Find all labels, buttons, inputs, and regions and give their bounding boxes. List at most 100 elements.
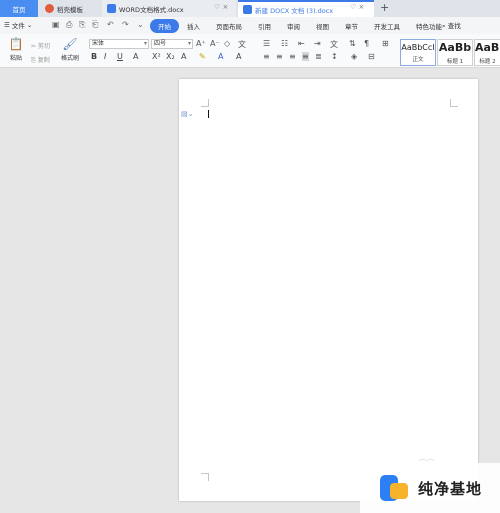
- chinese-layout-icon[interactable]: 文: [330, 39, 338, 50]
- tab-templates-label: 稻壳模板: [57, 5, 83, 14]
- tab-document-2-close-icon[interactable]: ♡ ×: [350, 3, 364, 11]
- docer-logo-icon: [45, 4, 54, 13]
- bullets-icon[interactable]: ☰: [263, 39, 270, 48]
- file-menu[interactable]: ☰ 文件 ⌄: [4, 20, 32, 30]
- tab-chapter[interactable]: 章节: [337, 19, 366, 33]
- subscript-icon[interactable]: X₂: [166, 52, 175, 61]
- font-size-value: 四号: [154, 40, 167, 47]
- tab-review[interactable]: 审阅: [279, 19, 308, 33]
- font-size-select[interactable]: 四号 ▾: [151, 39, 193, 49]
- search-icon: ⌕: [442, 22, 446, 30]
- style-heading-1[interactable]: AaBb 标题 1: [437, 39, 473, 66]
- menu-icon: ☰: [4, 21, 10, 29]
- strikethrough-icon[interactable]: A: [133, 52, 138, 61]
- show-marks-icon[interactable]: ¶: [364, 39, 369, 48]
- new-tab-button[interactable]: +: [380, 1, 389, 14]
- text-effect-icon[interactable]: A: [181, 52, 186, 61]
- document-page[interactable]: ▤⌄: [179, 79, 478, 501]
- scissors-icon: ✂: [31, 43, 37, 50]
- style-heading-2[interactable]: AaBb 标题 2: [474, 39, 500, 66]
- cut-label: 剪切: [37, 43, 50, 50]
- clipboard-icon: 📋: [8, 37, 24, 51]
- export-pdf-icon[interactable]: ⎗: [92, 20, 98, 30]
- ribbon-tabs: 开始 插入 页面布局 引用 审阅 视图 章节 开发工具 特色功能: [150, 19, 450, 33]
- font-name-value: 宋体: [92, 40, 105, 47]
- tab-templates[interactable]: 稻壳模板: [40, 0, 100, 17]
- file-menu-label: 文件: [11, 22, 25, 30]
- search-label: 查找: [447, 22, 461, 30]
- paragraph-layout-icon[interactable]: ▤⌄: [181, 110, 193, 118]
- bold-icon[interactable]: B: [91, 52, 97, 61]
- watermark-text: 纯净基地: [418, 479, 483, 498]
- align-right-icon[interactable]: ≡: [289, 52, 296, 61]
- chevron-down-icon: ⌄: [26, 21, 33, 29]
- tab-page-layout[interactable]: 页面布局: [208, 19, 250, 33]
- customize-toolbar-icon[interactable]: ⌄: [137, 20, 144, 29]
- font-name-select[interactable]: 宋体 ▾: [89, 39, 149, 49]
- tab-references[interactable]: 引用: [250, 19, 279, 33]
- text-cursor: [208, 110, 209, 118]
- align-center-icon[interactable]: ≡: [276, 52, 283, 61]
- style-heading-1-sample: AaBb: [438, 41, 472, 54]
- format-painter-button[interactable]: 🖌 格式刷: [57, 38, 83, 62]
- clear-format-icon[interactable]: ◇: [224, 39, 230, 48]
- style-normal-name: 正文: [412, 57, 424, 63]
- menu-bar: ☰ 文件 ⌄ ▣ ⎙ ⎘ ⎗ ↶ ↷ ⌄ 开始 插入 页面布局 引用 审阅 视图…: [0, 17, 500, 34]
- shading-icon[interactable]: ◈: [351, 52, 357, 61]
- tab-developer[interactable]: 开发工具: [366, 19, 408, 33]
- brush-icon: 🖌: [62, 37, 78, 51]
- print-preview-icon[interactable]: ⎘: [79, 20, 85, 30]
- sort-icon[interactable]: ⇅: [349, 39, 356, 48]
- highlight-icon[interactable]: ✎: [199, 52, 206, 61]
- underline-icon[interactable]: U: [117, 52, 123, 61]
- tab-document-2-label: 新建 DOCX 文档 (3).docx: [255, 6, 334, 15]
- line-spacing-icon[interactable]: ↕: [331, 52, 338, 61]
- site-logo-icon: [378, 473, 410, 503]
- tab-home-label: 首页: [12, 5, 26, 14]
- justify-icon[interactable]: ≡: [302, 52, 309, 61]
- style-heading-2-sample: AaBb: [475, 41, 500, 54]
- logo-yellow-shape: [390, 483, 408, 499]
- style-heading-2-name: 标题 2: [479, 59, 496, 65]
- copy-icon: ⎘: [31, 57, 36, 64]
- decrease-indent-icon[interactable]: ⇤: [298, 39, 305, 48]
- cut-button[interactable]: ✂ 剪切: [31, 41, 50, 50]
- tab-view[interactable]: 视图: [308, 19, 337, 33]
- copy-button[interactable]: ⎘ 复制: [31, 55, 50, 65]
- italic-icon[interactable]: I: [104, 52, 106, 61]
- align-left-icon[interactable]: ≡: [263, 52, 270, 61]
- margin-corner-top-left: [201, 99, 209, 107]
- margin-corner-bottom-left: [201, 473, 209, 481]
- increase-indent-icon[interactable]: ⇥: [314, 39, 321, 48]
- font-color-icon[interactable]: A: [218, 52, 223, 61]
- superscript-icon[interactable]: X²: [152, 52, 161, 61]
- tab-bar: 首页 稻壳模板 WORD文档格式.docx ♡ × 新建 DOCX 文档 (3)…: [0, 0, 500, 17]
- phonetic-guide-icon[interactable]: 文: [238, 39, 246, 50]
- tab-document-1-label: WORD文档格式.docx: [119, 5, 184, 14]
- tab-start[interactable]: 开始: [150, 19, 179, 33]
- undo-icon[interactable]: ↶: [107, 20, 114, 29]
- shrink-font-icon[interactable]: A⁻: [210, 39, 220, 48]
- tab-document-1-pin-icon[interactable]: ♡ ×: [214, 3, 228, 11]
- char-shading-icon[interactable]: A: [236, 52, 241, 61]
- watermark: 纯净基地: [360, 463, 500, 513]
- search-button[interactable]: ⌕ 查找: [442, 20, 461, 31]
- tab-insert[interactable]: 插入: [179, 19, 208, 33]
- table-icon[interactable]: ⊞: [382, 39, 389, 48]
- distribute-icon[interactable]: ≣: [315, 52, 322, 61]
- word-doc-icon: [243, 5, 252, 14]
- word-doc-icon: [107, 4, 116, 13]
- redo-icon[interactable]: ↷: [122, 20, 129, 29]
- style-heading-1-name: 标题 1: [446, 59, 464, 65]
- tab-home[interactable]: 首页: [0, 0, 38, 17]
- paste-button[interactable]: 📋 粘贴: [5, 38, 27, 62]
- style-normal[interactable]: AaBbCcI 正文: [400, 39, 436, 66]
- paste-label: 粘贴: [9, 55, 22, 62]
- numbering-icon[interactable]: ☷: [281, 39, 288, 48]
- copy-label: 复制: [37, 57, 50, 64]
- style-normal-sample: AaBbCcI: [401, 43, 435, 52]
- print-icon[interactable]: ⎙: [66, 20, 72, 30]
- save-icon[interactable]: ▣: [52, 20, 60, 29]
- borders-icon[interactable]: ⊟: [368, 52, 375, 61]
- grow-font-icon[interactable]: A⁺: [196, 39, 206, 48]
